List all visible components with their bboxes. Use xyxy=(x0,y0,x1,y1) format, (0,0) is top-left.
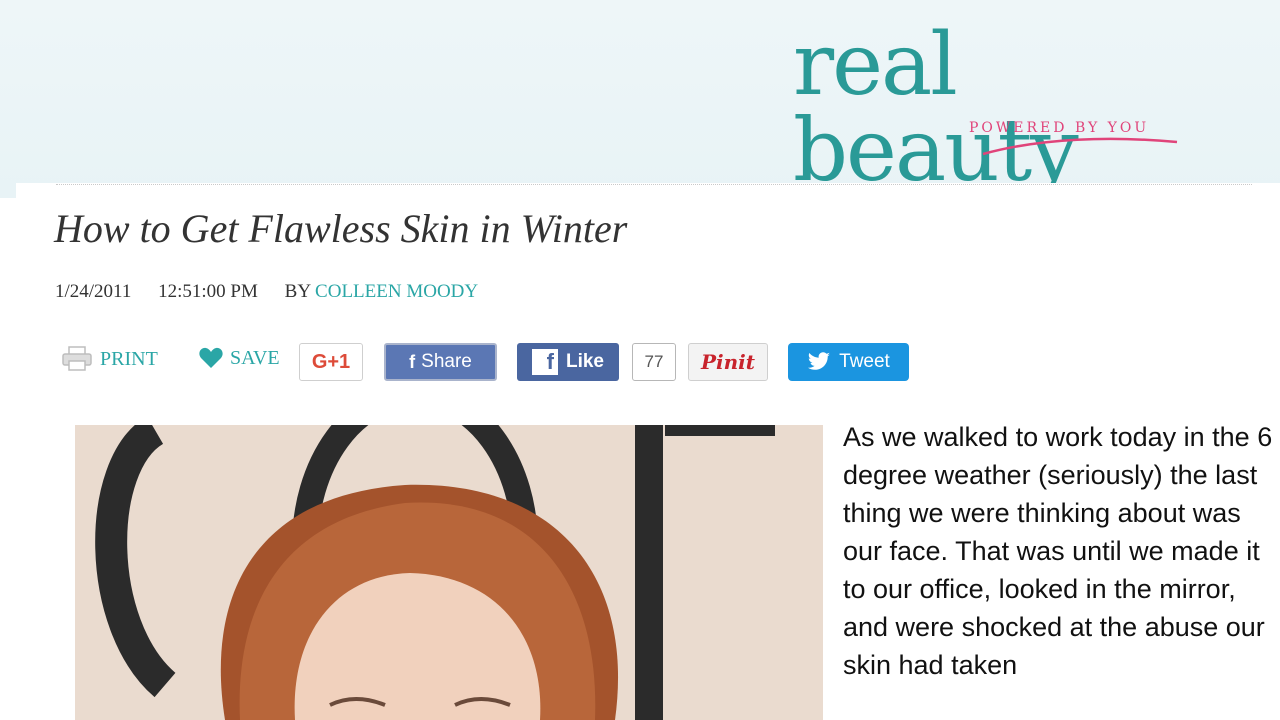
article-title: How to Get Flawless Skin in Winter xyxy=(54,206,628,251)
article-photo xyxy=(75,425,823,720)
facebook-share-button[interactable]: f Share xyxy=(384,343,497,381)
site-header: real beauty POWERED BY YOU xyxy=(0,0,1280,198)
tweet-label: Tweet xyxy=(839,351,890,372)
print-label: PRINT xyxy=(100,347,158,370)
facebook-like-button[interactable]: f Like xyxy=(517,343,619,381)
divider xyxy=(56,184,1252,185)
pinit-label: Pinit xyxy=(700,350,755,374)
publish-date: 1/24/2011 xyxy=(55,281,132,302)
print-button[interactable]: PRINT xyxy=(60,346,158,372)
pinterest-pin-button[interactable]: Pinit xyxy=(688,343,768,381)
author-link[interactable]: COLLEEN MOODY xyxy=(315,281,478,302)
byline: BY COLLEEN MOODY xyxy=(285,281,478,302)
google-plus-button[interactable]: G+1 xyxy=(299,343,363,381)
heart-icon xyxy=(199,347,223,368)
like-label: Like xyxy=(565,351,605,372)
printer-icon xyxy=(62,346,92,371)
article-body: As we walked to work today in the 6 degr… xyxy=(843,422,1273,680)
share-label: Share xyxy=(421,351,472,372)
google-plus-label: G+1 xyxy=(311,350,351,373)
tweet-button[interactable]: Tweet xyxy=(788,343,909,381)
facebook-icon: f xyxy=(409,351,416,372)
byline-label: BY xyxy=(284,281,312,302)
logo-wordmark: real beauty xyxy=(793,15,1079,201)
facebook-icon: f xyxy=(531,349,558,375)
site-logo[interactable]: real beauty POWERED BY YOU xyxy=(793,22,1253,194)
logo-swoosh-icon xyxy=(982,137,1178,156)
publish-time: 12:51:00 PM xyxy=(158,281,258,302)
like-count-value: 77 xyxy=(644,352,664,371)
save-button[interactable]: SAVE xyxy=(198,346,280,370)
like-count: 77 xyxy=(632,343,676,381)
save-label: SAVE xyxy=(230,346,280,369)
article-meta: 1/24/2011 12:51:00 PM BY COLLEEN MOODY xyxy=(55,281,478,303)
twitter-bird-icon xyxy=(808,352,831,370)
share-toolbar: PRINT SAVE G+1 f Share f Like 77 Pinit T… xyxy=(60,340,940,384)
